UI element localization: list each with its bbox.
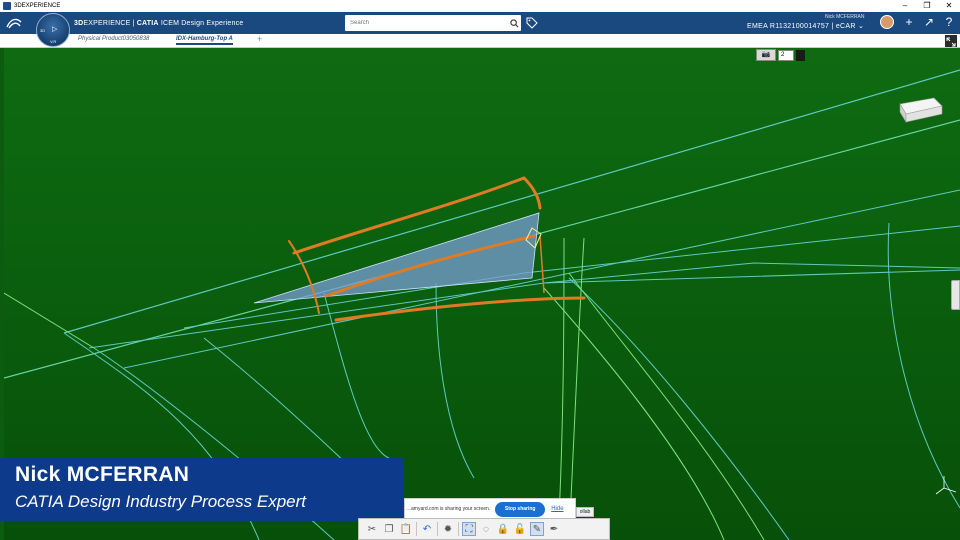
stop-sharing-button[interactable]: Stop sharing: [495, 501, 546, 517]
share-icon[interactable]: ↗: [922, 15, 936, 29]
search-icon[interactable]: [507, 16, 521, 30]
side-panel-handle[interactable]: [951, 280, 960, 310]
orange-curve: [539, 235, 545, 294]
screen-share-bar: …amyard.com is sharing your screen. Stop…: [404, 498, 576, 520]
wire-line: [543, 262, 960, 284]
app-title: 3DEXPERIENCE | CATIA ICEM Design Experie…: [74, 20, 243, 27]
paste-icon[interactable]: 📋: [399, 522, 413, 536]
action-bar: ✂ ❐ 📋 ↶ ✹ ⛶ ◌ 🔒 🔓 ✎ ✒: [358, 518, 610, 540]
wire-line: [568, 277, 790, 540]
presenter-banner: Nick MCFERRAN CATIA Design Industry Proc…: [0, 458, 404, 521]
top-actions: + ↗ ?: [902, 15, 956, 29]
presenter-role: CATIA Design Industry Process Expert: [15, 492, 306, 511]
undo-icon[interactable]: ↶: [420, 522, 434, 536]
select-icon[interactable]: ⛶: [462, 522, 476, 536]
maximize-button[interactable]: ❐: [916, 0, 938, 12]
tenant-selector[interactable]: EMEA R1132100014757 | eCAR ⌄: [747, 22, 864, 30]
axis-triad: [935, 476, 957, 495]
view-value-field[interactable]: 2: [778, 49, 794, 61]
wire-line: [4, 292, 95, 349]
orange-curve: [334, 296, 586, 322]
app-topbar: 3DEXPERIENCE | CATIA ICEM Design Experie…: [0, 12, 960, 34]
window-titlebar: 3DEXPERIENCE – ❐ ✕: [0, 0, 960, 12]
avatar[interactable]: [880, 15, 894, 29]
add-icon[interactable]: +: [902, 15, 916, 29]
wire-line: [568, 272, 765, 540]
wire-line: [88, 269, 960, 349]
brand-3d: 3D: [74, 19, 84, 27]
tag-icon[interactable]: [526, 16, 538, 34]
tab-bar: Physical Product03050838 IDX-Hamburg-Top…: [0, 34, 960, 48]
compass-vr-label: V,R: [50, 39, 57, 44]
help-icon[interactable]: ?: [942, 15, 956, 29]
separator: [458, 522, 459, 536]
app-logo-icon: [3, 2, 11, 10]
copy-icon[interactable]: ❐: [382, 522, 396, 536]
compass-widget[interactable]: 3D ▷ V,R: [36, 13, 70, 47]
window-controls: – ❐ ✕: [894, 0, 960, 12]
fullscreen-icon[interactable]: [945, 35, 957, 47]
user-name: Nick MCFERRAN: [825, 14, 865, 20]
dassault-logo-icon[interactable]: [0, 12, 28, 34]
search-box[interactable]: [345, 15, 521, 31]
wire-line: [887, 222, 960, 509]
share-message: …amyard.com is sharing your screen.: [406, 506, 491, 512]
add-tab-button[interactable]: +: [257, 34, 262, 44]
wire-line: [63, 69, 960, 334]
tab-idx-hamburg[interactable]: IDX-Hamburg-Top A: [176, 36, 233, 45]
compass-3d-label: 3D: [40, 28, 46, 33]
search-input[interactable]: [345, 20, 507, 26]
wire-line: [558, 237, 565, 519]
view-option-icon[interactable]: [796, 49, 805, 61]
view-toolbar: 📷 2: [756, 49, 816, 61]
presenter-name: Nick MCFERRAN: [15, 463, 190, 486]
view-cube[interactable]: [899, 97, 943, 124]
minimize-button[interactable]: –: [894, 0, 916, 12]
camera-icon[interactable]: 📷: [756, 49, 776, 61]
pencil-icon[interactable]: ✎: [530, 522, 544, 536]
lock-icon[interactable]: 🔒: [496, 522, 510, 536]
settings-icon[interactable]: ✹: [441, 522, 455, 536]
lasso-icon[interactable]: ◌: [479, 522, 493, 536]
hide-link[interactable]: Hide: [551, 506, 563, 512]
collab-tab[interactable]: ollab: [576, 507, 594, 517]
tab-physical-product[interactable]: Physical Product03050838: [78, 36, 149, 42]
brand-app: CATIA: [136, 19, 159, 27]
pen-icon[interactable]: ✒: [547, 522, 561, 536]
unlock-icon[interactable]: 🔓: [513, 522, 527, 536]
wire-line: [435, 282, 475, 479]
separator: [437, 522, 438, 536]
separator: [416, 522, 417, 536]
close-button[interactable]: ✕: [938, 0, 960, 12]
user-info[interactable]: Nick MCFERRAN EMEA R1132100014757 | eCAR…: [747, 14, 877, 32]
brand-experience: EXPERIENCE |: [83, 19, 137, 27]
play-icon[interactable]: ▷: [52, 25, 57, 33]
window-title: 3DEXPERIENCE: [14, 3, 61, 9]
brand-app-name: ICEM Design Experience: [158, 19, 244, 27]
scissors-icon[interactable]: ✂: [365, 522, 379, 536]
